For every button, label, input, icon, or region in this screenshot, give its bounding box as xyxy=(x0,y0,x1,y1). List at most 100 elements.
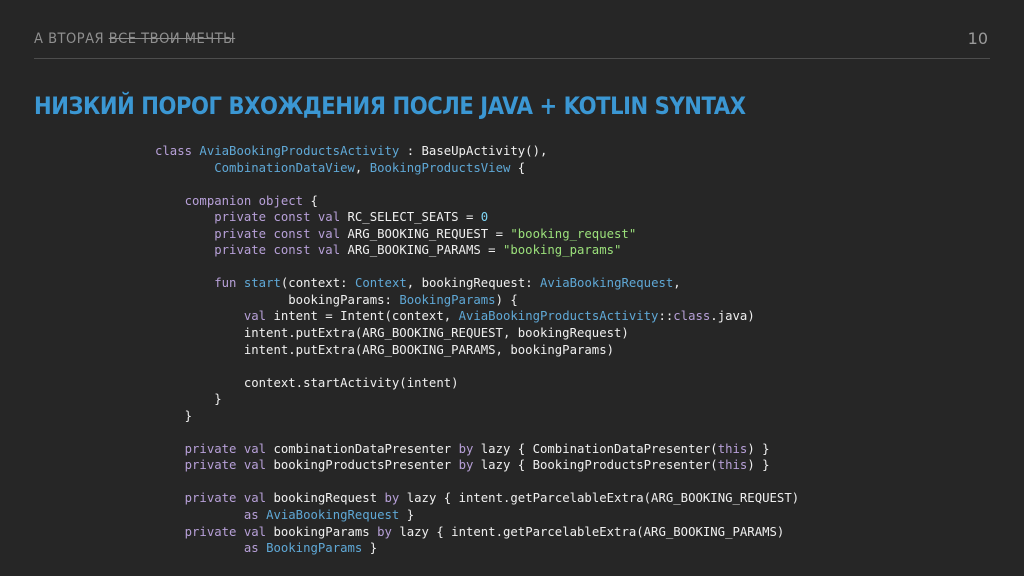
code-token: as xyxy=(243,508,259,523)
code-token: } xyxy=(155,392,222,407)
code-line: private const val RC_SELECT_SEATS = 0 xyxy=(155,209,799,226)
code-token: bookingParams xyxy=(266,524,378,539)
code-token: private const val xyxy=(214,226,341,241)
code-line: private val combinationDataPresenter by … xyxy=(155,441,799,458)
code-token: } xyxy=(399,508,415,523)
code-line: as BookingParams } xyxy=(155,540,799,557)
code-token: bookingParams: xyxy=(155,292,400,307)
code-line: private const val ARG_BOOKING_REQUEST = … xyxy=(155,226,799,243)
code-token: class xyxy=(155,144,200,158)
code-token: .java) xyxy=(710,309,755,324)
code-token: intent.putExtra(ARG_BOOKING_REQUEST, boo… xyxy=(155,326,629,341)
code-token: "booking_params" xyxy=(502,243,622,258)
code-line: intent.putExtra(ARG_BOOKING_PARAMS, book… xyxy=(155,342,799,359)
code-line: intent.putExtra(ARG_BOOKING_REQUEST, boo… xyxy=(155,325,799,342)
code-block: class AviaBookingProductsActivity : Base… xyxy=(155,143,799,557)
header-divider xyxy=(34,58,990,59)
code-token: start xyxy=(243,276,281,291)
code-line: companion object { xyxy=(155,193,799,210)
code-line: } xyxy=(155,408,799,425)
page-number: 10 xyxy=(967,29,988,48)
code-token: AviaBookingProductsActivity xyxy=(458,309,659,324)
code-token: companion object xyxy=(184,193,304,208)
code-token: ARG_BOOKING_REQUEST = xyxy=(340,226,511,241)
code-token: lazy { intent.getParcelableExtra(ARG_BOO… xyxy=(399,491,800,506)
code-line: class AviaBookingProductsActivity : Base… xyxy=(155,143,799,160)
code-line: as AviaBookingRequest } xyxy=(155,507,799,524)
code-token: CombinationDataView xyxy=(214,160,355,175)
code-token: bookingProductsPresenter xyxy=(266,458,459,473)
slide-title: НИЗКИЙ ПОРОГ ВХОЖДЕНИЯ ПОСЛЕ JAVA + KOTL… xyxy=(34,92,746,120)
code-token: this xyxy=(717,458,748,473)
code-token: BookingParams xyxy=(399,292,496,307)
code-line: bookingParams: BookingParams) { xyxy=(155,292,799,309)
code-token: lazy { BookingProductsPresenter( xyxy=(473,458,718,473)
code-token: BookingProductsView xyxy=(369,160,511,175)
code-token: val xyxy=(243,309,267,324)
code-line: private val bookingProductsPresenter by … xyxy=(155,457,799,474)
code-token: { xyxy=(510,160,526,175)
code-token: by xyxy=(458,458,474,473)
code-line: private const val ARG_BOOKING_PARAMS = "… xyxy=(155,242,799,259)
code-line: val intent = Intent(context, AviaBooking… xyxy=(155,308,799,325)
code-token: private val xyxy=(184,441,267,456)
code-token: private val xyxy=(184,491,267,506)
code-line: context.startActivity(intent) xyxy=(155,375,799,392)
code-line: private val bookingRequest by lazy { int… xyxy=(155,490,800,507)
section-prefix: А ВТОРАЯ xyxy=(34,31,109,47)
code-token: 0 xyxy=(480,210,489,225)
code-token: context.startActivity(intent) xyxy=(155,375,459,390)
code-token: ) } xyxy=(747,441,770,456)
code-token: private const val xyxy=(214,210,341,225)
code-token: AviaBookingRequest xyxy=(540,276,674,291)
code-token: AviaBookingRequest xyxy=(266,508,400,523)
code-token: by xyxy=(458,441,474,456)
code-line: } xyxy=(155,391,799,408)
code-token: intent.putExtra(ARG_BOOKING_PARAMS, book… xyxy=(155,342,615,357)
code-token: private val xyxy=(184,458,267,473)
code-token: intent = Intent(context, xyxy=(266,309,459,324)
code-token: , bookingRequest: xyxy=(406,276,541,291)
code-token: (context: xyxy=(280,276,355,291)
code-token: : BaseUpActivity(), xyxy=(399,144,548,158)
code-token: lazy { CombinationDataPresenter( xyxy=(473,441,718,456)
code-token: fun xyxy=(214,276,237,291)
code-token: private const val xyxy=(214,243,341,258)
code-token: combinationDataPresenter xyxy=(266,441,459,456)
code-token: :: xyxy=(658,309,674,324)
code-token: BookingParams xyxy=(266,541,363,556)
code-line: private val bookingParams by lazy { inte… xyxy=(155,524,799,541)
code-token: by xyxy=(377,524,392,539)
code-token: RC_SELECT_SEATS = xyxy=(340,210,481,225)
code-line: fun start(context: Context, bookingReque… xyxy=(155,275,799,292)
code-token: lazy { intent.getParcelableExtra(ARG_BOO… xyxy=(391,524,785,539)
code-token: as xyxy=(243,541,259,556)
code-token: } xyxy=(155,408,193,423)
code-token: bookingRequest xyxy=(266,491,385,506)
code-token: "booking_request" xyxy=(510,226,637,241)
code-token: , xyxy=(354,160,370,175)
code-line: CombinationDataView, BookingProductsView… xyxy=(155,160,799,177)
code-token: this xyxy=(717,441,748,456)
section-header: А ВТОРАЯ ВСЕ ТВОИ МЕЧТЫ xyxy=(34,31,235,47)
code-token: ) } xyxy=(747,458,770,473)
